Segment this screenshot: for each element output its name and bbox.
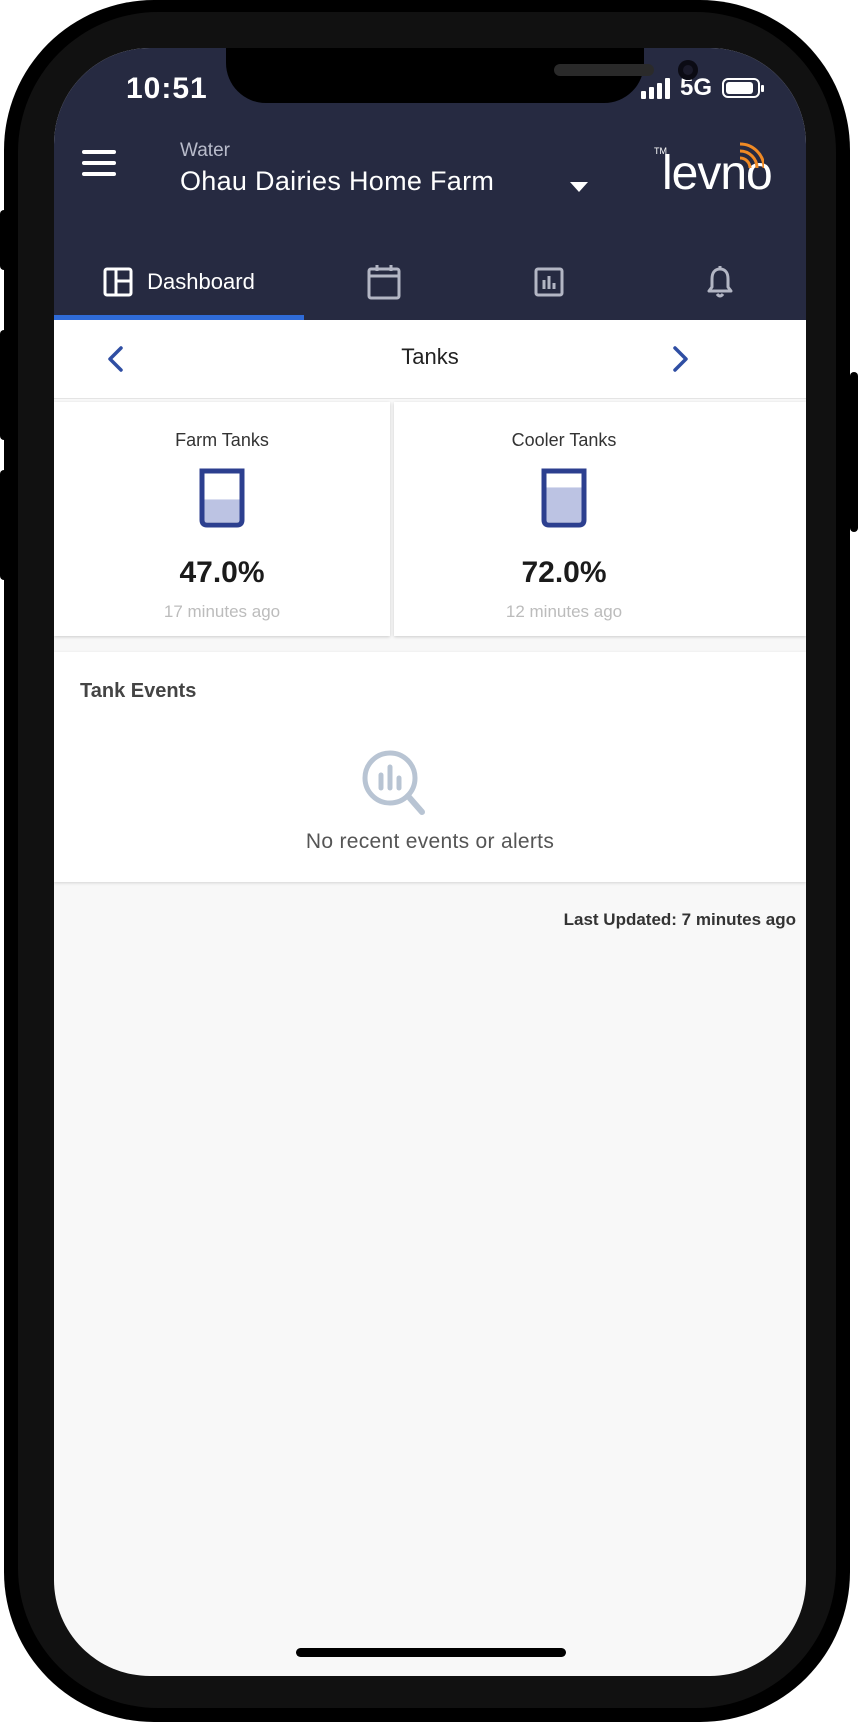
tank-name: Farm Tanks — [175, 430, 269, 450]
tank-level-value: 47.0% — [179, 556, 265, 589]
farm-selector[interactable]: Ohau Dairies Home Farm — [180, 166, 494, 197]
battery-icon — [722, 78, 764, 98]
status-time: 10:51 — [126, 72, 208, 105]
caret-down-icon[interactable] — [570, 182, 588, 192]
home-indicator[interactable] — [296, 1648, 566, 1657]
status-indicators: 5G — [640, 74, 764, 102]
tank-level-icon — [540, 468, 588, 533]
tank-updated-time: 17 minutes ago — [163, 602, 281, 621]
app-screen: 10:51 5G Water Ohau Dairies Home Farm TM… — [54, 48, 806, 1676]
events-title: Tank Events — [80, 680, 197, 702]
hamburger-menu-icon[interactable] — [82, 150, 116, 176]
chevron-right-icon[interactable] — [664, 342, 698, 376]
tank-events-card: Tank Events No recent events or alerts — [54, 652, 806, 882]
tab-bar: Dashboard — [54, 244, 806, 320]
dashboard-icon — [103, 267, 133, 297]
events-empty-message: No recent events or alerts — [305, 830, 555, 853]
camera — [678, 60, 698, 80]
app-header: 10:51 5G Water Ohau Dairies Home Farm TM… — [54, 48, 806, 320]
tank-level-value: 72.0% — [521, 556, 607, 589]
tank-updated-time: 12 minutes ago — [505, 602, 623, 621]
tab-calendar[interactable] — [304, 244, 464, 320]
search-chart-icon — [362, 750, 428, 823]
calendar-icon — [367, 265, 401, 300]
phone-side-button — [850, 372, 858, 532]
tank-level-icon — [198, 468, 246, 533]
phone-side-button — [0, 330, 8, 440]
wifi-signal-icon — [739, 142, 764, 169]
phone-side-button — [0, 210, 8, 270]
tab-dashboard[interactable]: Dashboard — [54, 244, 304, 320]
tab-dashboard-label: Dashboard — [147, 269, 255, 294]
levno-logo: TM levno — [654, 142, 773, 200]
tab-reports[interactable] — [464, 244, 634, 320]
tank-card-cooler[interactable]: Cooler Tanks 72.0% 12 minutes ago — [394, 402, 806, 636]
tank-name: Cooler Tanks — [511, 430, 617, 450]
tab-alerts[interactable] — [634, 244, 806, 320]
tank-nav-bar: Tanks — [54, 320, 806, 399]
speaker — [554, 64, 654, 76]
bell-icon — [707, 266, 733, 298]
notch — [226, 48, 698, 103]
signal-icon — [640, 77, 670, 99]
bar-chart-icon — [534, 267, 564, 297]
farm-type-label: Water — [180, 140, 230, 161]
last-updated-label: Last Updated: 7 minutes ago — [563, 910, 796, 929]
tank-card-farm[interactable]: Farm Tanks 47.0% 17 minutes ago — [54, 402, 390, 636]
phone-side-button — [0, 470, 8, 580]
